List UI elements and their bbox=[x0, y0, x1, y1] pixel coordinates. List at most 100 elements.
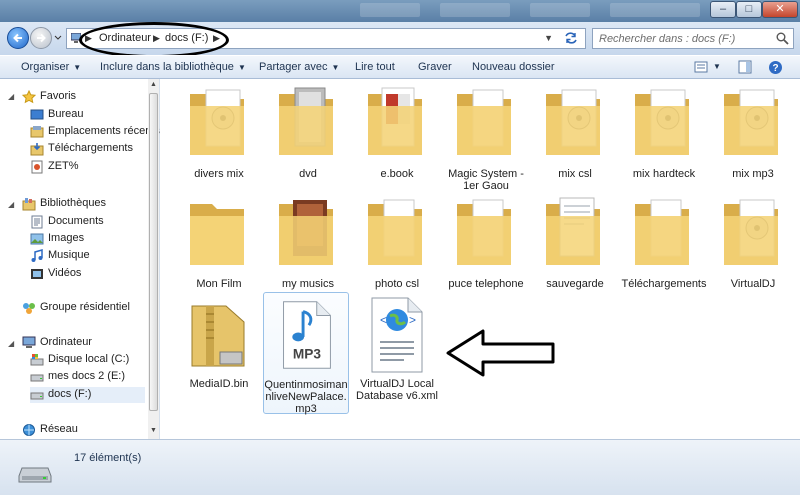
scrollbar-thumb[interactable] bbox=[149, 93, 158, 411]
file-name: mix hardteck bbox=[632, 168, 696, 180]
nav-computer-label: Ordinateur bbox=[40, 336, 92, 348]
file-name: e.book bbox=[380, 168, 414, 180]
include-library-button[interactable]: Inclure dans la bibliothèque ▼ bbox=[100, 61, 246, 73]
address-dropdown-icon[interactable]: ▼ bbox=[544, 33, 553, 43]
images-icon bbox=[30, 233, 44, 245]
file-item[interactable]: divers mix bbox=[176, 82, 262, 192]
file-item[interactable]: mix csl bbox=[532, 82, 618, 192]
view-options-chevron-icon[interactable]: ▼ bbox=[713, 62, 721, 71]
preview-pane-icon[interactable] bbox=[738, 60, 752, 74]
annotation-arrow-icon bbox=[446, 329, 555, 377]
network-icon bbox=[23, 424, 35, 436]
nav-favorites-label: Favoris bbox=[40, 90, 77, 102]
music-icon bbox=[31, 249, 43, 262]
file-name: puce telephone bbox=[448, 278, 524, 290]
forward-arrow-icon bbox=[37, 33, 46, 43]
close-button[interactable]: ✕ bbox=[762, 1, 798, 18]
file-name: VirtualDJ bbox=[730, 278, 776, 290]
expand-chevron-icon[interactable]: ◢ bbox=[8, 339, 14, 348]
file-item[interactable]: e.book bbox=[354, 82, 440, 192]
file-item[interactable]: my musics bbox=[265, 192, 351, 297]
file-item[interactable]: MP3 Quentinmosiman nliveNewPalace. mp3 bbox=[263, 292, 349, 415]
folder-media-icon bbox=[635, 89, 689, 155]
nav-drive-f[interactable]: docs (F:) bbox=[30, 387, 145, 403]
file-name: Mon Film bbox=[196, 278, 242, 290]
refresh-icon[interactable] bbox=[563, 31, 579, 45]
svg-text:<: < bbox=[380, 313, 387, 327]
taskbar-ghost bbox=[360, 3, 420, 17]
nav-videos-label: Vidéos bbox=[48, 267, 82, 279]
organize-button[interactable]: Organiser ▼ bbox=[21, 61, 81, 73]
minimize-button[interactable]: – bbox=[710, 1, 736, 18]
documents-icon bbox=[31, 215, 43, 229]
search-icon[interactable] bbox=[776, 32, 789, 45]
expand-chevron-icon[interactable]: ◢ bbox=[8, 92, 14, 101]
back-button[interactable] bbox=[7, 27, 29, 49]
share-label: Partager avec bbox=[259, 61, 328, 73]
nav-downloads-label: Téléchargements bbox=[48, 142, 133, 154]
file-name: my musics bbox=[282, 278, 334, 290]
file-item[interactable]: Mon Film bbox=[176, 192, 262, 297]
maximize-button[interactable]: □ bbox=[736, 1, 762, 18]
nav-homegroup-label: Groupe résidentiel bbox=[40, 301, 130, 313]
folder-media-icon bbox=[724, 199, 778, 265]
change-view-icon[interactable] bbox=[694, 60, 708, 74]
downloads-icon bbox=[30, 143, 44, 156]
file-item[interactable]: photo csl bbox=[354, 192, 440, 297]
drive-large-icon bbox=[18, 467, 52, 483]
file-item[interactable]: Téléchargements bbox=[621, 192, 707, 297]
file-item[interactable]: VirtualDJ bbox=[710, 192, 796, 297]
navigation-pane: ◢ Favoris Bureau Emplacements récents Té… bbox=[0, 79, 160, 439]
file-item[interactable]: MediaID.bin bbox=[176, 292, 262, 392]
file-item[interactable]: puce telephone bbox=[443, 192, 529, 297]
file-item[interactable]: sauvegarde bbox=[532, 192, 618, 297]
file-name: mix mp3 bbox=[732, 168, 774, 180]
search-input[interactable]: Rechercher dans : docs (F:) bbox=[592, 28, 794, 49]
file-name: Quentinmosiman nliveNewPalace. mp3 bbox=[264, 379, 348, 415]
windows-drive-icon bbox=[30, 354, 44, 366]
title-bar: – □ ✕ bbox=[0, 0, 800, 22]
item-count: 17 élément(s) bbox=[74, 452, 142, 464]
play-all-button[interactable]: Lire tout bbox=[355, 61, 395, 73]
nav-drive-c-label: Disque local (C:) bbox=[48, 353, 130, 365]
expand-chevron-icon[interactable]: ◢ bbox=[8, 200, 14, 209]
help-icon[interactable]: ? bbox=[768, 60, 783, 75]
folder-media-icon bbox=[190, 89, 244, 155]
file-name: Téléchargements bbox=[621, 278, 707, 290]
svg-text:>: > bbox=[409, 313, 416, 327]
file-item[interactable]: mix hardteck bbox=[621, 82, 707, 192]
file-item[interactable]: dvd bbox=[265, 82, 351, 192]
taskbar-ghost bbox=[610, 3, 700, 17]
forward-button[interactable] bbox=[30, 27, 52, 49]
scroll-down-icon[interactable]: ▼ bbox=[150, 427, 157, 434]
file-name: divers mix bbox=[194, 168, 244, 180]
nav-drive-e-label: mes docs 2 (E:) bbox=[48, 370, 126, 382]
videos-icon bbox=[31, 269, 43, 279]
svg-text:?: ? bbox=[772, 63, 778, 74]
recent-pages-chevron-icon[interactable] bbox=[54, 34, 62, 42]
file-name: VirtualDJ Local Database v6.xml bbox=[356, 378, 438, 402]
folder-icon bbox=[635, 199, 689, 265]
organize-label: Organiser bbox=[21, 61, 70, 73]
zet-shortcut-icon bbox=[31, 160, 43, 174]
include-label: Inclure dans la bibliothèque bbox=[100, 61, 234, 73]
nav-scrollbar[interactable]: ▲ ▼ bbox=[148, 79, 159, 439]
share-with-button[interactable]: Partager avec ▼ bbox=[259, 61, 339, 73]
details-pane: 17 élément(s) bbox=[0, 439, 800, 495]
file-name: photo csl bbox=[374, 278, 420, 290]
burn-button[interactable]: Graver bbox=[418, 61, 452, 73]
mp3-file-icon: MP3 bbox=[283, 301, 331, 369]
file-item[interactable]: Magic System - 1er Gaou bbox=[443, 82, 529, 192]
desktop-icon bbox=[30, 109, 44, 120]
nav-zet-label: ZET% bbox=[48, 160, 79, 172]
folder-doc-icon bbox=[368, 87, 422, 155]
file-item[interactable]: mix mp3 bbox=[710, 82, 796, 192]
xml-file-icon: < > bbox=[371, 297, 423, 373]
taskbar-ghost bbox=[530, 3, 590, 17]
folder-media-icon bbox=[546, 89, 600, 155]
new-folder-button[interactable]: Nouveau dossier bbox=[472, 61, 555, 73]
nav-recent-label: Emplacements récents bbox=[48, 125, 160, 137]
scroll-up-icon[interactable]: ▲ bbox=[150, 81, 157, 88]
file-item[interactable]: < > VirtualDJ Local Database v6.xml bbox=[354, 292, 440, 402]
file-name: dvd bbox=[299, 168, 317, 180]
